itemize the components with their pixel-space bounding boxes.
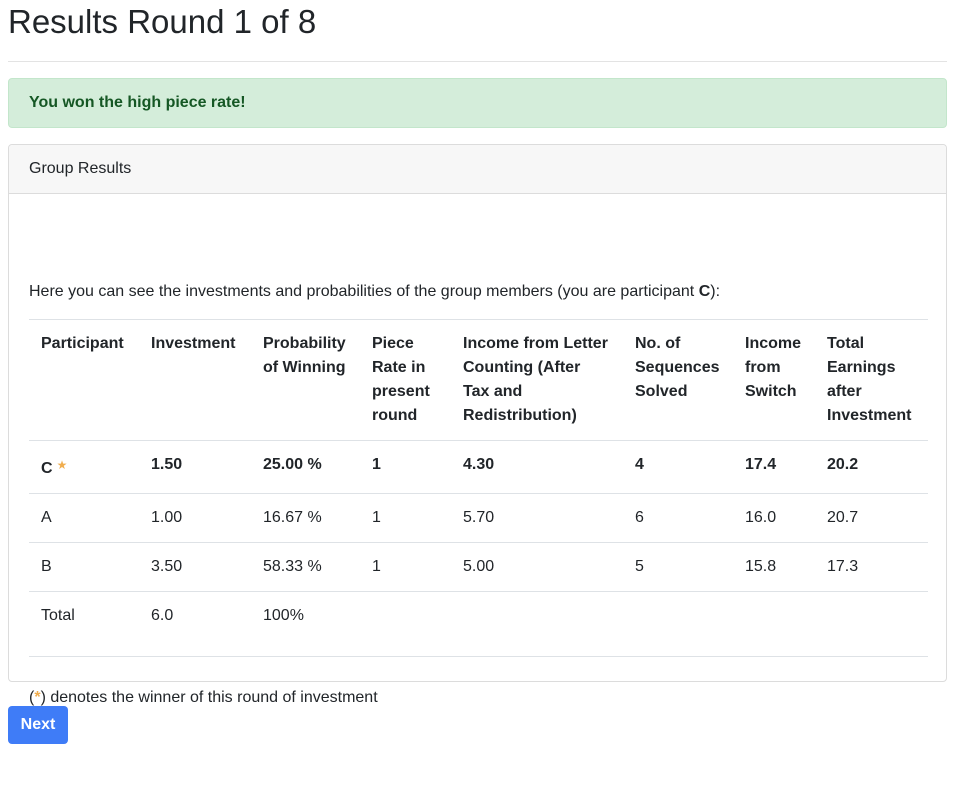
divider [8, 61, 947, 62]
table-row: B 3.50 58.33 % 1 5.00 5 15.8 17.3 [29, 542, 928, 592]
cell-income-switch: 15.8 [733, 542, 815, 592]
group-results-card: Group Results Here you can see the inves… [8, 144, 947, 706]
cell-piece-rate: 1 [360, 440, 451, 494]
col-header-probability: Probability of Winning [251, 319, 360, 441]
results-page: Results Round 1 of 8 You won the high pi… [0, 0, 957, 789]
cell-sequences: 5 [623, 542, 733, 592]
cell-total: 20.2 [815, 440, 928, 494]
cell-investment: 1.50 [139, 440, 251, 494]
intro-text-main: Here you can see the investments and pro… [29, 283, 699, 300]
col-header-income-letter: Income from Letter Counting (After Tax a… [451, 319, 623, 441]
star-icon: ★ [56, 458, 68, 472]
cell-sequences: 4 [623, 440, 733, 494]
cell-participant: B [29, 542, 139, 592]
cell-probability: 16.67 % [251, 493, 360, 543]
next-button[interactable]: Next [8, 706, 68, 744]
cell-participant: A [29, 493, 139, 543]
winner-note: (*) denotes the winner of this round of … [29, 686, 378, 710]
participant-label: C [41, 460, 53, 477]
page-title: Results Round 1 of 8 [8, 3, 317, 40]
intro-text: Here you can see the investments and pro… [29, 280, 720, 304]
cell-total: 17.3 [815, 542, 928, 592]
card-header: Group Results [9, 145, 946, 194]
note-text: ) denotes the winner of this round of in… [40, 689, 378, 706]
cell-piece-rate: 1 [360, 542, 451, 592]
cell-total-label: Total [29, 591, 139, 657]
cell-sequences: 6 [623, 493, 733, 543]
table-footer-spacer [29, 656, 928, 673]
col-header-piece-rate: Piece Rate in present round [360, 319, 451, 441]
table-row: C ★ 1.50 25.00 % 1 4.30 4 17.4 20.2 [29, 440, 928, 494]
col-header-sequences: No. of Sequences Solved [623, 319, 733, 441]
table-total-row: Total 6.0 100% [29, 591, 928, 657]
intro-participant: C [698, 283, 711, 300]
cell-income-switch: 16.0 [733, 493, 815, 543]
table-header-row: Participant Investment Probability of Wi… [29, 319, 928, 441]
col-header-investment: Investment [139, 319, 251, 441]
cell-total-investment: 6.0 [139, 591, 251, 657]
col-header-total: Total Earnings after Investment [815, 319, 928, 441]
results-table: Participant Investment Probability of Wi… [29, 319, 928, 673]
cell-income-letter: 5.70 [451, 493, 623, 543]
cell-income-letter: 5.00 [451, 542, 623, 592]
cell-piece-rate: 1 [360, 493, 451, 543]
col-header-participant: Participant [29, 319, 139, 441]
intro-suffix: ): [710, 283, 721, 300]
cell-participant: C ★ [29, 440, 139, 494]
cell-investment: 1.00 [139, 493, 251, 543]
col-header-income-switch: Income from Switch [733, 319, 815, 441]
cell-income-letter: 4.30 [451, 440, 623, 494]
cell-investment: 3.50 [139, 542, 251, 592]
cell-income-switch: 17.4 [733, 440, 815, 494]
cell-total-probability: 100% [251, 591, 360, 657]
table-row: A 1.00 16.67 % 1 5.70 6 16.0 20.7 [29, 493, 928, 543]
success-alert: You won the high piece rate! [8, 78, 947, 128]
cell-probability: 58.33 % [251, 542, 360, 592]
cell-total: 20.7 [815, 493, 928, 543]
cell-probability: 25.00 % [251, 440, 360, 494]
